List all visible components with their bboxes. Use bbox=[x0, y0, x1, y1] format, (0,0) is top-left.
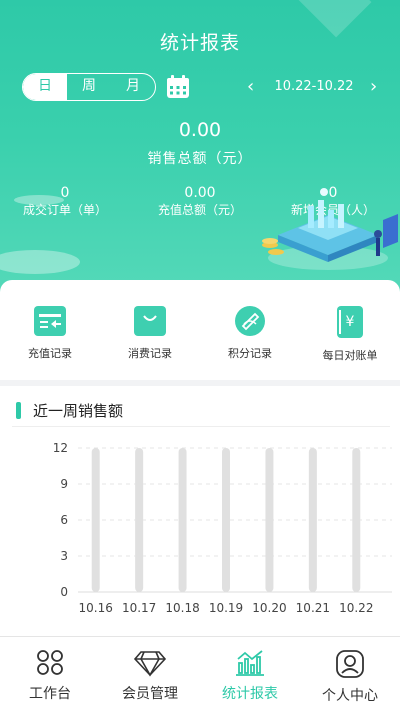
quick-action-label: 积分记录 bbox=[228, 347, 272, 360]
page-title: 统计报表 bbox=[159, 32, 240, 54]
x-tick-label: 10.20 bbox=[252, 601, 286, 615]
x-tick-label: 10.21 bbox=[296, 601, 330, 615]
weekly-sales-card: 近一周销售额 0 3 6 9 12 10.16 10.17 10.18 10.19 10.20 10… bbox=[0, 386, 400, 636]
profile-icon bbox=[336, 650, 364, 678]
bar-track bbox=[222, 448, 230, 592]
cloud-decoration bbox=[0, 250, 80, 274]
header-panel: 统计报表 日 周 月 ‹ 10.22-10.22 › 0.00 销售总额（元） … bbox=[0, 0, 400, 300]
tab-workbench[interactable]: 工作台 bbox=[0, 637, 100, 711]
tab-statistics[interactable]: 统计报表 bbox=[200, 637, 300, 711]
tab-profile[interactable]: 个人中心 bbox=[300, 637, 400, 711]
stat-recharge-value: 0.00 bbox=[184, 185, 216, 201]
section-marker bbox=[16, 402, 21, 419]
y-tick-label: 6 bbox=[60, 513, 68, 527]
total-sales-value: 0.00 bbox=[178, 119, 222, 141]
stat-recharge-label: 充值总额（元） bbox=[157, 203, 242, 217]
calendar-icon[interactable] bbox=[165, 74, 191, 100]
stat-orders-value: 0 bbox=[60, 185, 70, 201]
quick-action-label: 每日对账单 bbox=[322, 349, 378, 362]
tab-label: 统计报表 bbox=[222, 686, 278, 702]
svg-text:¥: ¥ bbox=[346, 314, 355, 330]
bottom-tab-bar: 工作台 会员管理 统计报表 个人中心 bbox=[0, 636, 400, 711]
next-date-arrow[interactable]: › bbox=[370, 76, 377, 97]
bar-track bbox=[178, 448, 187, 592]
workbench-icon bbox=[37, 650, 63, 675]
diamond-icon bbox=[133, 651, 167, 677]
y-tick-label: 12 bbox=[53, 441, 68, 455]
statistics-chart-icon bbox=[236, 650, 264, 676]
x-tick-label: 10.22 bbox=[339, 601, 373, 615]
bar-track bbox=[352, 448, 361, 592]
stat-orders: 0 成交订单（单） bbox=[10, 185, 120, 218]
y-tick-label: 9 bbox=[60, 477, 68, 491]
y-tick-label: 3 bbox=[60, 549, 68, 563]
stat-orders-label: 成交订单（单） bbox=[22, 203, 107, 217]
chart-header: 近一周销售额 bbox=[16, 400, 123, 421]
tab-member-management[interactable]: 会员管理 bbox=[100, 637, 200, 711]
quick-action-label: 充值记录 bbox=[28, 347, 72, 360]
segment-week[interactable]: 周 bbox=[67, 74, 111, 100]
shopping-bag-icon bbox=[134, 306, 166, 336]
period-segmented-control: 日 周 月 bbox=[22, 73, 156, 101]
quick-action-statement[interactable]: ¥ 每日对账单 bbox=[300, 280, 400, 380]
points-record-icon bbox=[235, 306, 265, 336]
y-tick-label: 0 bbox=[60, 585, 68, 599]
bar-track bbox=[308, 448, 317, 592]
quick-actions-panel: 充值记录 消费记录 积分记录 ¥ 每日对账单 bbox=[0, 280, 400, 380]
segment-month[interactable]: 月 bbox=[111, 74, 155, 100]
tab-label: 会员管理 bbox=[122, 686, 178, 702]
quick-action-points[interactable]: 积分记录 bbox=[200, 280, 300, 380]
quick-action-consume[interactable]: 消费记录 bbox=[100, 280, 200, 380]
bar-track bbox=[91, 448, 100, 592]
segment-day[interactable]: 日 bbox=[23, 74, 67, 100]
chart-title: 近一周销售额 bbox=[33, 402, 124, 420]
tab-label: 工作台 bbox=[29, 686, 71, 702]
x-tick-label: 10.16 bbox=[79, 601, 113, 615]
isometric-illustration bbox=[262, 188, 398, 270]
quick-action-recharge[interactable]: 充值记录 bbox=[0, 280, 100, 380]
bar-track bbox=[265, 448, 274, 592]
stat-recharge: 0.00 充值总额（元） bbox=[145, 185, 255, 218]
bar-track bbox=[135, 448, 144, 592]
x-tick-label: 10.17 bbox=[122, 601, 156, 615]
total-sales-label: 销售总额（元） bbox=[147, 151, 253, 167]
date-range-label: 10.22-10.22 bbox=[274, 79, 354, 94]
quick-action-label: 消费记录 bbox=[128, 347, 172, 360]
daily-statement-icon: ¥ bbox=[337, 306, 363, 338]
tab-label: 个人中心 bbox=[322, 688, 378, 704]
weekly-sales-chart: 0 3 6 9 12 10.16 10.17 10.18 10.19 10.20 10.21 10.2… bbox=[53, 441, 392, 615]
divider bbox=[12, 426, 390, 427]
recharge-record-icon bbox=[34, 306, 66, 336]
x-tick-label: 10.18 bbox=[165, 601, 199, 615]
x-tick-label: 10.19 bbox=[209, 601, 243, 615]
prev-date-arrow[interactable]: ‹ bbox=[247, 76, 254, 97]
